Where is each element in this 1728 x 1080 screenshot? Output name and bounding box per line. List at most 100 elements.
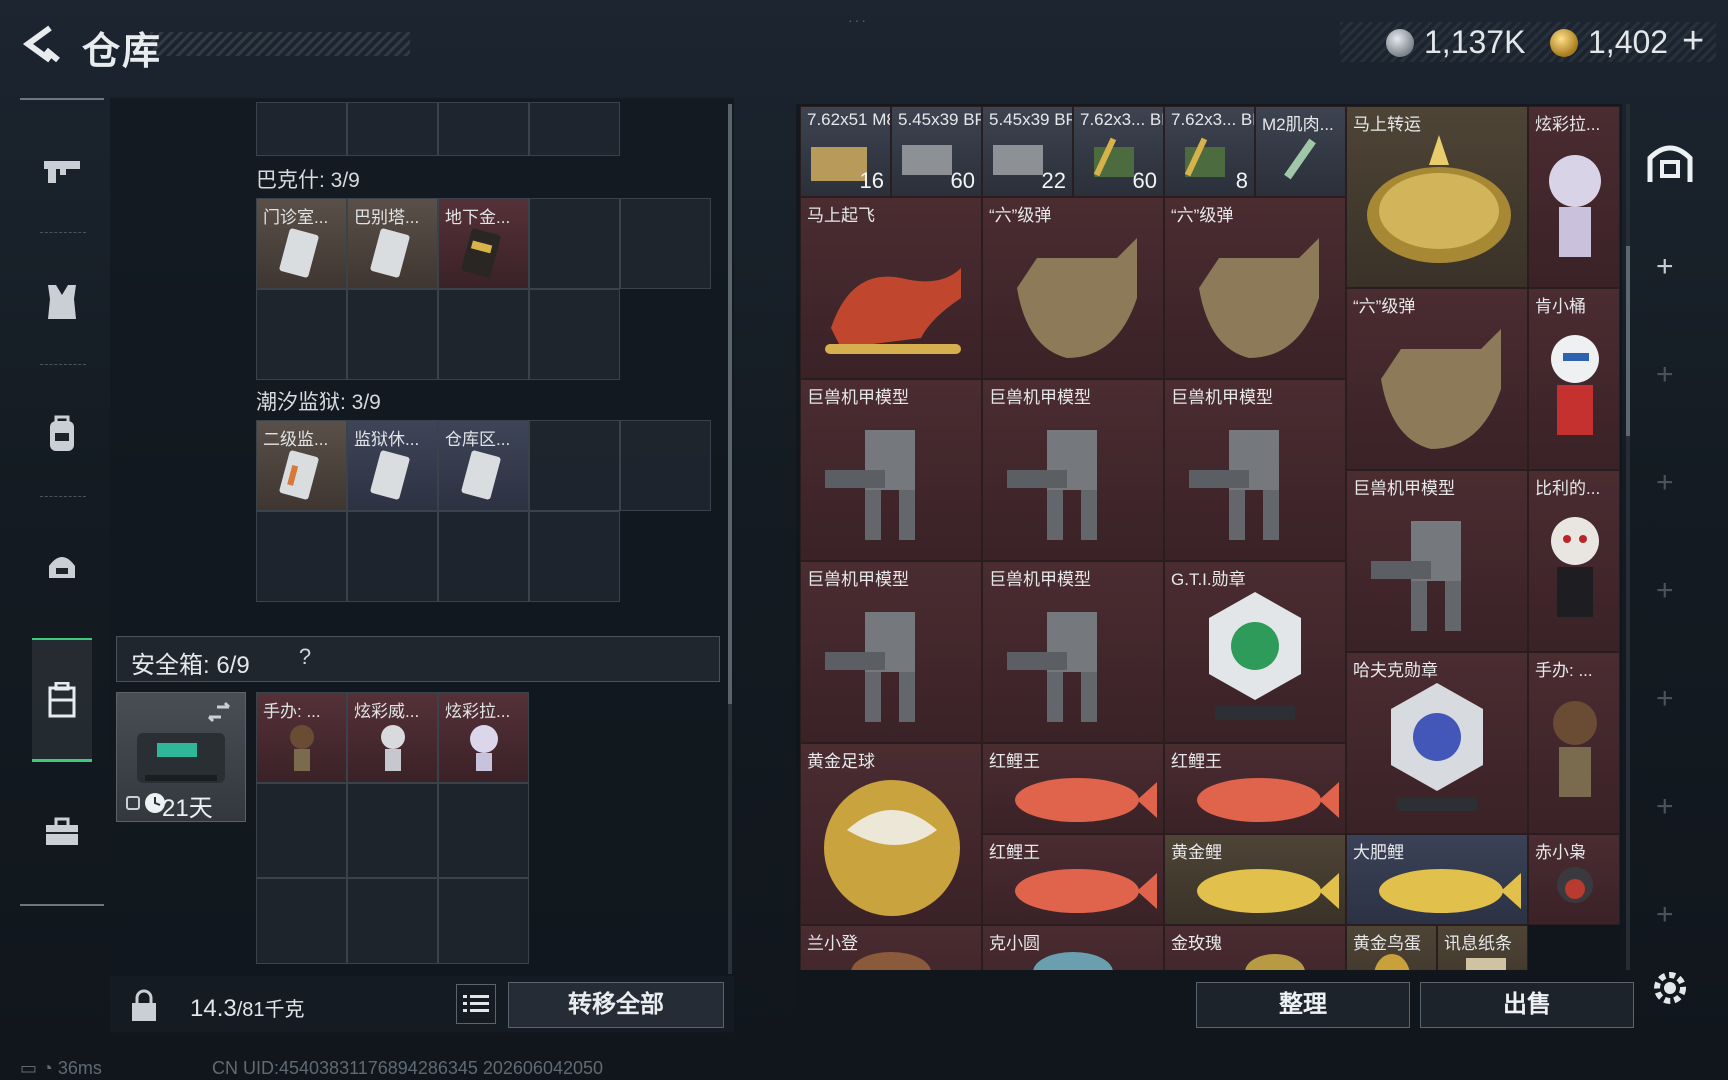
safe-item[interactable]: 手办: ... <box>256 692 347 783</box>
inventory-item[interactable]: 马上转运 <box>1346 106 1528 288</box>
inventory-item[interactable]: “六”级弹 <box>1346 288 1528 470</box>
empty-slot[interactable] <box>620 198 711 289</box>
inventory-item[interactable]: “六”级弹 <box>982 197 1164 379</box>
empty-slot[interactable] <box>256 511 347 602</box>
add-tab-button[interactable]: + <box>1656 790 1674 824</box>
list-view-button[interactable] <box>456 984 496 1024</box>
safe-item[interactable]: 炫彩威... <box>347 692 438 783</box>
inventory-item[interactable]: 讯息纸条 <box>1437 925 1528 970</box>
storage-item[interactable]: 二级监... <box>256 420 347 511</box>
inventory-item[interactable]: 克小圆 <box>982 925 1164 970</box>
storage-item[interactable]: 仓库区... <box>438 420 529 511</box>
inventory-item[interactable]: “六”级弹 <box>1164 197 1346 379</box>
inventory-item[interactable]: 红鲤王 <box>1164 743 1346 834</box>
inventory-item[interactable]: 黄金鸟蛋 <box>1346 925 1437 970</box>
ammo-item[interactable]: 7.62x3... BP...OB 60 <box>1073 106 1164 197</box>
inventory-item[interactable]: 马上起飞 <box>800 197 982 379</box>
ammo-item[interactable]: 7.62x51 M80 16 <box>800 106 891 197</box>
empty-slot[interactable] <box>256 102 347 156</box>
inventory-item[interactable]: 手办: ... <box>1528 652 1620 834</box>
empty-slot[interactable] <box>529 511 620 602</box>
inventory-item[interactable]: 红鲤王 <box>982 834 1164 925</box>
ammo-item[interactable]: 5.45x39 BP... 22 <box>982 106 1073 197</box>
figurine-icon <box>1549 155 1601 257</box>
empty-slot[interactable] <box>347 878 438 964</box>
inventory-item[interactable]: 巨兽机甲模型 <box>982 561 1164 743</box>
empty-slot[interactable] <box>529 420 620 511</box>
empty-slot[interactable] <box>438 878 529 964</box>
sidebar-item-safe-case[interactable] <box>32 638 92 762</box>
inventory-item[interactable]: G.T.I.勋章 <box>1164 561 1346 743</box>
section-title: 潮汐监狱: 3/9 <box>256 391 381 414</box>
inventory-item[interactable]: 兰小登 <box>800 925 982 970</box>
storage-item[interactable]: 地下金... <box>438 198 529 289</box>
drag-handle[interactable]: ··· <box>848 12 868 28</box>
settings-button[interactable] <box>1648 966 1692 1010</box>
inventory-scrollbar[interactable] <box>1626 104 1630 970</box>
add-tab-button[interactable]: + <box>1656 898 1674 932</box>
lock-button[interactable] <box>118 980 170 1032</box>
inventory-item[interactable]: 赤小枭 <box>1528 834 1620 925</box>
empty-slot[interactable] <box>256 878 347 964</box>
storage-item[interactable]: 巴别塔... <box>347 198 438 289</box>
inventory-item[interactable]: 哈夫克勋章 <box>1346 652 1528 834</box>
add-tab-button[interactable]: + <box>1656 358 1674 392</box>
empty-slot[interactable] <box>438 783 529 878</box>
transfer-all-button[interactable]: 转移全部 <box>508 982 724 1028</box>
golden-rose-icon <box>1245 954 1305 970</box>
empty-slot[interactable] <box>438 511 529 602</box>
inventory-item[interactable]: 红鲤王 <box>982 743 1164 834</box>
add-tab-button[interactable]: + <box>1656 682 1674 716</box>
help-button[interactable]: ? <box>290 644 320 674</box>
inventory-item[interactable]: 巨兽机甲模型 <box>800 379 982 561</box>
sidebar-item-toolbox[interactable] <box>32 802 92 862</box>
storage-scroll-thumb[interactable] <box>728 104 732 704</box>
empty-slot[interactable] <box>256 783 347 878</box>
inventory-item[interactable]: 巨兽机甲模型 <box>800 561 982 743</box>
inventory-scroll-thumb[interactable] <box>1626 246 1630 436</box>
add-currency-button[interactable]: + <box>1682 20 1704 63</box>
empty-slot[interactable] <box>529 198 620 289</box>
inventory-item[interactable]: 比利的... <box>1528 470 1620 652</box>
ammo-item[interactable]: 5.45x39 BP... 60 <box>891 106 982 197</box>
empty-slot[interactable] <box>347 783 438 878</box>
inventory-item[interactable]: 黄金足球 <box>800 743 982 925</box>
safe-item[interactable]: 炫彩拉... <box>438 692 529 783</box>
inventory-item[interactable]: 肯小桶 <box>1528 288 1620 470</box>
add-tab-button[interactable]: + <box>1656 466 1674 500</box>
item-count: 22 <box>1041 168 1066 193</box>
ammo-item[interactable]: M2肌肉... <box>1255 106 1346 197</box>
inventory-item[interactable]: 巨兽机甲模型 <box>1346 470 1528 652</box>
empty-slot[interactable] <box>438 102 529 156</box>
inventory-item[interactable]: 金玫瑰 <box>1164 925 1346 970</box>
sidebar-item-weapons[interactable] <box>32 140 92 200</box>
inventory-item[interactable]: 巨兽机甲模型 <box>982 379 1164 561</box>
empty-slot[interactable] <box>529 289 620 380</box>
storage-item[interactable]: 监狱休... <box>347 420 438 511</box>
add-tab-button[interactable]: + <box>1656 574 1674 608</box>
empty-slot[interactable] <box>438 289 529 380</box>
weight-max: /81千克 <box>236 999 305 1021</box>
inventory-item[interactable]: 黄金鲤 <box>1164 834 1346 925</box>
storage-item[interactable]: 门诊室... <box>256 198 347 289</box>
empty-slot[interactable] <box>529 102 620 156</box>
empty-slot[interactable] <box>256 289 347 380</box>
empty-slot[interactable] <box>620 420 711 511</box>
ammo-item[interactable]: 7.62x3... BP...OB 8 <box>1164 106 1255 197</box>
back-button[interactable] <box>18 22 62 66</box>
inventory-item[interactable]: 炫彩拉... <box>1528 106 1620 288</box>
sort-button[interactable]: 整理 <box>1196 982 1410 1028</box>
item-label: 比利的... <box>1535 479 1601 498</box>
empty-slot[interactable] <box>347 102 438 156</box>
inventory-item[interactable]: 大肥鲤 <box>1346 834 1528 925</box>
silver-coin-icon <box>1386 29 1414 57</box>
sidebar-item-helmet[interactable] <box>32 536 92 596</box>
sidebar-item-backpack[interactable] <box>32 404 92 464</box>
inventory-item[interactable]: 巨兽机甲模型 <box>1164 379 1346 561</box>
vault-button[interactable] <box>1644 136 1696 188</box>
add-tab-button[interactable]: + <box>1656 250 1674 284</box>
empty-slot[interactable] <box>347 289 438 380</box>
empty-slot[interactable] <box>347 511 438 602</box>
sidebar-item-armor[interactable] <box>32 272 92 332</box>
sell-button[interactable]: 出售 <box>1420 982 1634 1028</box>
